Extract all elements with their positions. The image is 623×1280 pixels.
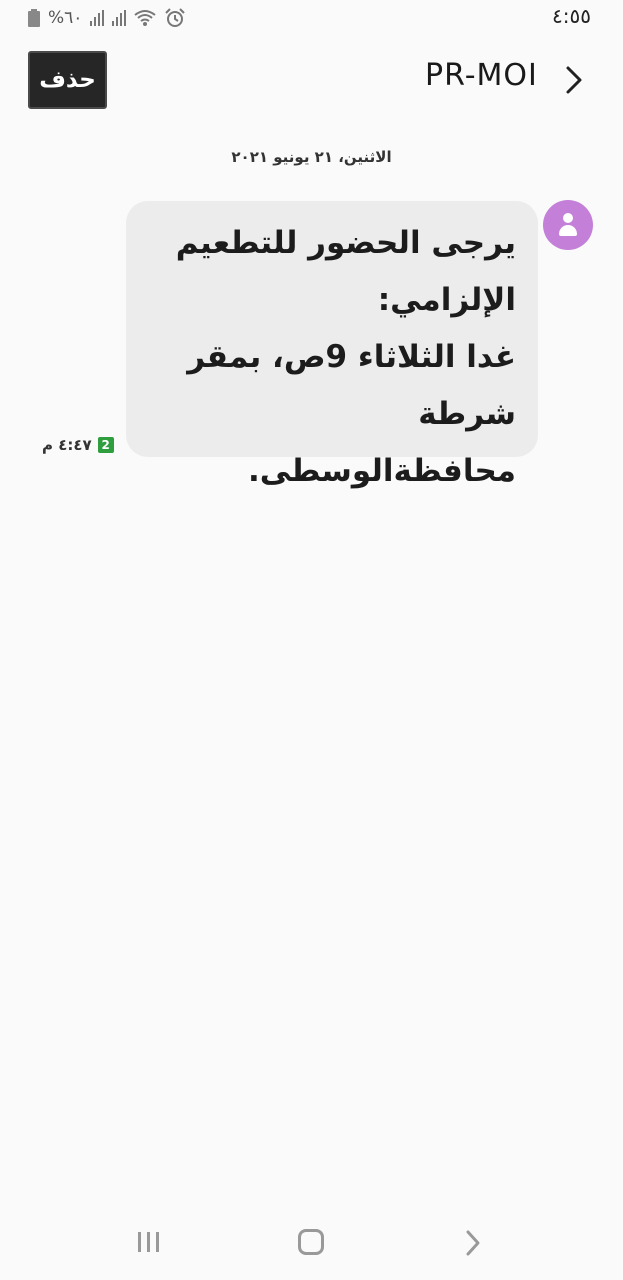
wifi-icon — [134, 10, 157, 26]
signal-icon — [90, 10, 105, 26]
date-separator: الاثنين، ٢١ يونيو ٢٠٢١ — [231, 148, 392, 166]
alarm-icon — [165, 8, 186, 27]
navigation-bar — [0, 1215, 623, 1270]
delete-button[interactable]: حذف — [28, 51, 107, 109]
message-bubble[interactable]: يرجى الحضور للتطعيم الإلزامي: غدا الثلاث… — [126, 201, 538, 489]
message-meta: ٤:٤٧ م 2 — [42, 436, 114, 454]
status-time: ٤:٥٥ — [552, 4, 591, 28]
signal-icon — [112, 10, 127, 26]
sender-title: PR-MOI — [425, 58, 538, 93]
status-bar: %٦٠ ٤:٥٥ — [0, 0, 623, 40]
chevron-right-icon[interactable] — [558, 60, 590, 100]
battery-percentage: %٦٠ — [48, 8, 83, 28]
avatar[interactable] — [543, 200, 593, 250]
back-icon[interactable] — [462, 1228, 484, 1258]
battery-icon — [28, 9, 40, 27]
sim-badge: 2 — [97, 437, 114, 453]
message-text: يرجى الحضور للتطعيم الإلزامي: غدا الثلاث… — [175, 225, 516, 489]
status-icons: %٦٠ — [28, 6, 186, 30]
person-icon — [563, 213, 573, 223]
recents-icon[interactable] — [136, 1230, 162, 1254]
message-time: ٤:٤٧ م — [42, 436, 92, 454]
home-icon[interactable] — [298, 1229, 324, 1255]
